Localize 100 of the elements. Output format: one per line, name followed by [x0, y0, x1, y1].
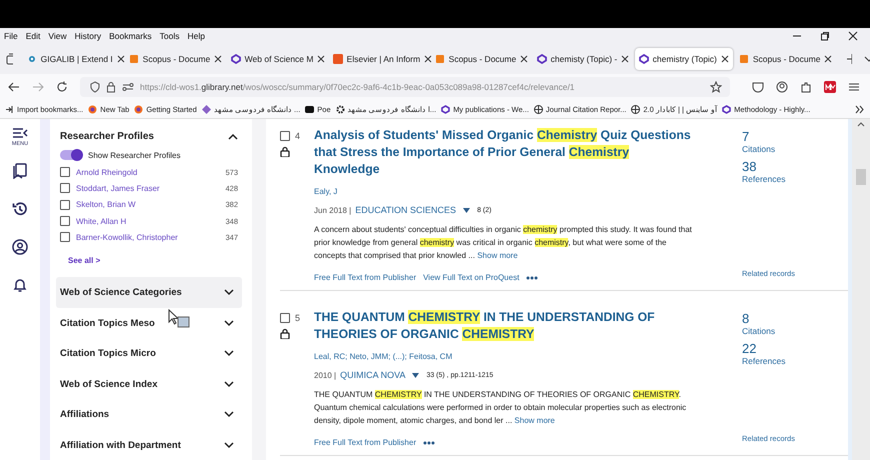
extension-icon[interactable] — [824, 81, 836, 93]
menu-item[interactable]: File — [4, 31, 18, 41]
browser-tab[interactable]: Scopus - Docume — [124, 48, 225, 70]
checkbox[interactable] — [280, 313, 290, 323]
full-text-link[interactable]: View Full Text on ProQuest — [423, 273, 520, 282]
full-text-link[interactable]: Free Full Text from Publisher — [314, 273, 416, 282]
full-text-link[interactable]: Free Full Text from Publisher — [314, 438, 416, 447]
filter-section[interactable]: Web of Science Categories — [56, 277, 242, 308]
researcher-link[interactable]: Barner-Kowollik, Christopher — [76, 232, 220, 242]
references-label[interactable]: References — [742, 174, 786, 184]
menu-item[interactable]: View — [48, 31, 67, 41]
reference-count[interactable]: 38 — [742, 159, 756, 174]
filter-section[interactable]: Citation Topics Meso — [56, 308, 242, 338]
dropdown-caret-icon[interactable] — [463, 208, 470, 212]
show-more-link[interactable]: Show more — [477, 251, 518, 260]
bookmark-icon[interactable] — [13, 163, 27, 179]
bell-icon[interactable] — [13, 277, 27, 293]
checkbox[interactable] — [60, 216, 70, 226]
show-more-link[interactable]: Show more — [514, 416, 555, 425]
references-label[interactable]: References — [742, 356, 786, 366]
more-bookmarks-icon[interactable] — [855, 104, 864, 114]
chevron-down-icon[interactable] — [224, 380, 234, 388]
dropdown-caret-icon[interactable] — [412, 372, 420, 378]
menu-item[interactable]: Edit — [26, 31, 40, 41]
author-links[interactable]: Leal, RC; Neto, JMM; (...); Feitosa, CM — [314, 352, 694, 361]
menu-item[interactable]: History — [74, 31, 102, 41]
toggle-switch[interactable] — [60, 150, 82, 160]
scroll-thumb[interactable] — [856, 169, 866, 185]
browser-tab[interactable]: Elsevier | An Inform — [328, 48, 429, 70]
restore-icon[interactable] — [820, 31, 830, 41]
researcher-link[interactable]: White, Allan H — [76, 216, 220, 226]
journal-link[interactable]: EDUCATION SCIENCES — [355, 205, 456, 215]
more-options-icon[interactable] — [526, 276, 538, 280]
pocket-icon[interactable] — [752, 81, 764, 93]
author-links[interactable]: Ealy, J — [314, 187, 694, 196]
back-icon[interactable] — [8, 81, 20, 93]
address-bar[interactable]: https://cld-wos1.glibrary.net/wos/woscc/summary/0f70ec2c-9af6-4c1b-9eac-0a053c089a98-01287cef4c/relevance/1 — [80, 77, 730, 97]
close-icon[interactable] — [520, 55, 528, 63]
chevron-down-icon[interactable] — [864, 54, 870, 64]
checkbox[interactable] — [60, 183, 70, 194]
browser-tab[interactable]: Web of Science M — [226, 48, 327, 70]
profile-icon[interactable] — [12, 239, 28, 255]
filter-section[interactable]: Web of Science Index — [56, 368, 242, 400]
history-icon[interactable] — [12, 201, 28, 217]
close-icon[interactable] — [424, 55, 432, 63]
checkbox[interactable] — [280, 131, 290, 141]
menu-item[interactable]: Tools — [160, 31, 180, 41]
filter-section[interactable]: Affiliation with Department — [56, 430, 242, 460]
browser-tab[interactable]: chemisty (Topic) - — [532, 48, 633, 70]
researcher-link[interactable]: Skelton, Brian W — [76, 200, 220, 210]
shield-icon[interactable] — [90, 81, 100, 93]
checkbox[interactable] — [60, 200, 70, 210]
close-icon[interactable] — [720, 55, 729, 63]
import-icon — [5, 104, 14, 114]
scrollbar[interactable] — [852, 119, 870, 460]
researcher-link[interactable]: Stoddart, James Fraser — [76, 184, 220, 193]
filter-section[interactable]: Citation Topics Micro — [56, 338, 242, 369]
chevron-down-icon[interactable] — [224, 320, 234, 327]
browser-tab[interactable]: Scopus - Docume — [430, 48, 531, 70]
menu-item[interactable]: Bookmarks — [109, 31, 152, 41]
scroll-up-icon[interactable] — [857, 122, 865, 127]
researcher-link[interactable]: Arnold Rheingold — [76, 168, 220, 177]
close-icon[interactable] — [848, 31, 858, 41]
browser-tab[interactable]: GIGALIB | Extend I — [22, 48, 123, 70]
record-title-link[interactable]: Analysis of Students' Missed Organic Chemistry Quiz Questions that Stress the Importance of Prior General Chemistry Knowledge — [314, 127, 694, 178]
close-icon[interactable] — [824, 55, 832, 63]
permissions-icon[interactable] — [122, 81, 134, 93]
lock-icon[interactable] — [106, 81, 116, 93]
close-icon[interactable] — [116, 55, 125, 63]
browser-tab[interactable]: Scopus - Docume — [734, 48, 835, 70]
chevron-down-icon[interactable] — [224, 289, 234, 296]
see-all-link[interactable]: See all > — [68, 256, 100, 266]
collapse-icon[interactable] — [228, 132, 238, 140]
citations-label[interactable]: Citations — [742, 326, 776, 336]
chevron-down-icon[interactable] — [224, 411, 234, 418]
chevron-down-icon[interactable] — [224, 350, 234, 358]
new-tab-icon[interactable] — [846, 54, 852, 64]
bookmark-star-icon[interactable] — [710, 81, 722, 93]
close-icon[interactable] — [621, 55, 630, 63]
journal-link[interactable]: QUIMICA NOVA — [340, 370, 406, 380]
browser-tab[interactable]: chemistry (Topic) — [634, 48, 733, 70]
reload-icon[interactable] — [56, 81, 68, 93]
checkbox[interactable] — [60, 232, 70, 242]
menu-item[interactable]: Help — [187, 31, 205, 41]
close-icon[interactable] — [317, 55, 326, 63]
menu-icon[interactable] — [848, 81, 860, 93]
chevron-down-icon[interactable] — [224, 442, 234, 449]
account-icon[interactable] — [776, 81, 788, 93]
extensions-icon[interactable] — [800, 81, 812, 93]
close-icon[interactable] — [214, 55, 222, 63]
reference-count[interactable]: 22 — [742, 341, 756, 356]
citation-count[interactable]: 7 — [742, 129, 750, 144]
record-title-link[interactable]: THE QUANTUM CHEMISTRY IN THE UNDERSTANDING OF THEORIES OF ORGANIC CHEMISTRY — [314, 309, 694, 343]
checkbox[interactable] — [60, 167, 70, 178]
citation-count[interactable]: 8 — [742, 311, 750, 326]
citations-label[interactable]: Citations — [742, 144, 776, 154]
filter-section[interactable]: Affiliations — [56, 399, 242, 430]
more-options-icon[interactable] — [423, 440, 436, 444]
tab-list-icon[interactable] — [6, 53, 13, 65]
menu-icon[interactable] — [12, 127, 28, 139]
